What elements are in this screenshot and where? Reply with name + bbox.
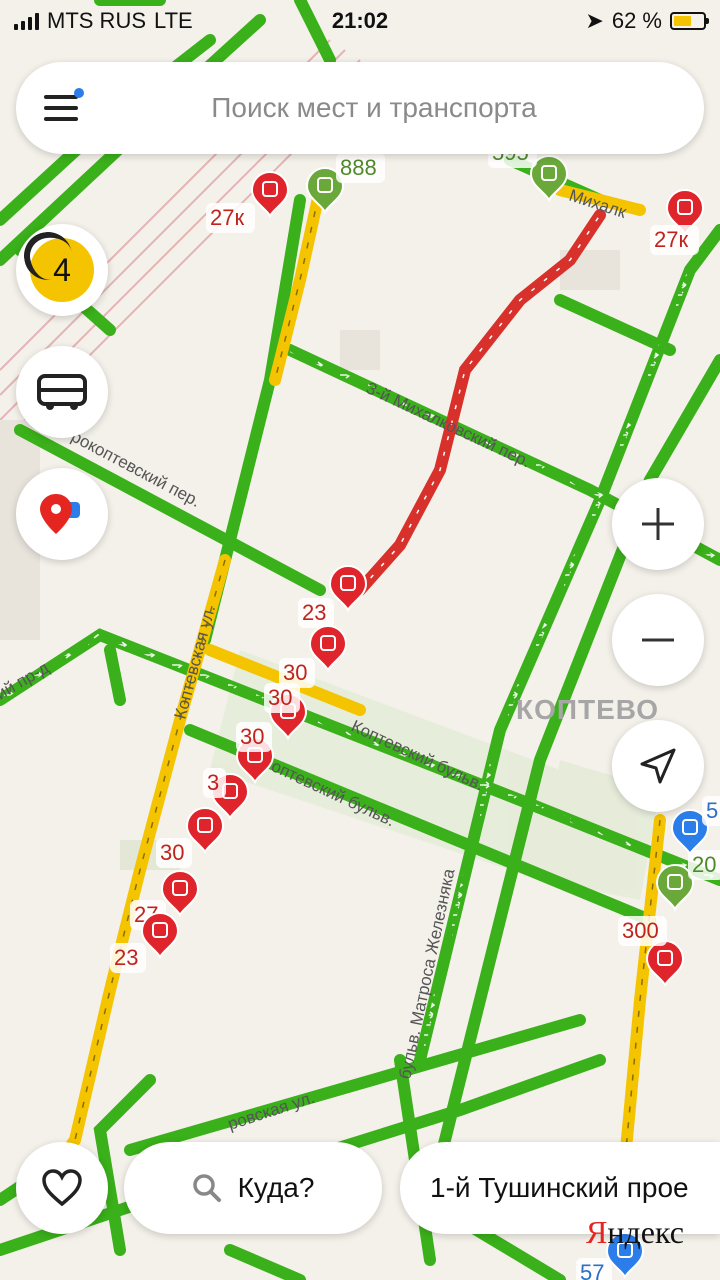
plus-icon <box>642 508 674 540</box>
status-bar: MTS RUS LTE 21:02 ➤ 62 % <box>0 0 720 44</box>
search-input[interactable]: Поиск мест и транспорта <box>104 92 644 124</box>
zoom-out-button[interactable] <box>612 594 704 686</box>
traffic-level-badge: 4 <box>30 238 94 302</box>
my-location-button[interactable] <box>612 720 704 812</box>
route-number: 27к <box>654 227 688 252</box>
route-number: 3 <box>207 770 219 795</box>
layers-button[interactable] <box>16 468 108 560</box>
route-number: 300 <box>622 918 659 943</box>
bus-icon <box>37 374 87 410</box>
traffic-button[interactable]: 4 <box>16 224 108 316</box>
transport-button[interactable] <box>16 346 108 438</box>
traffic-level: 4 <box>53 251 71 288</box>
yandex-logo: Яндекс <box>586 1214 684 1250</box>
route-number: 23 <box>302 600 326 625</box>
navigate-icon <box>640 748 676 784</box>
where-to-button[interactable]: Куда? <box>124 1142 382 1234</box>
route-number: 57 <box>580 1260 604 1280</box>
menu-icon[interactable] <box>44 78 104 138</box>
minus-icon <box>642 638 674 642</box>
battery-icon <box>670 12 709 30</box>
route-number: 20 <box>692 852 716 877</box>
favorites-button[interactable] <box>16 1142 108 1234</box>
battery-percent: 62 % <box>611 8 662 33</box>
route-number: 23 <box>114 945 138 970</box>
district-label: КОПТЕВО <box>516 694 660 725</box>
search-bar[interactable]: Поиск мест и транспорта <box>16 62 704 154</box>
route-number: 30 <box>160 840 184 865</box>
route-number: 888 <box>340 155 377 180</box>
where-to-label: Куда? <box>237 1172 315 1203</box>
location-arrow-icon: ➤ <box>585 8 604 33</box>
route-number: 27к <box>210 205 244 230</box>
zoom-in-button[interactable] <box>612 478 704 570</box>
battery-fill <box>674 16 692 26</box>
search-icon <box>192 1174 221 1202</box>
pin-icon <box>40 494 80 534</box>
route-number: 30 <box>240 724 264 749</box>
route-number: 5 <box>706 798 718 823</box>
route-number: 30 <box>283 660 307 685</box>
heart-icon <box>42 1169 82 1207</box>
route-number: 30 <box>268 685 292 710</box>
suggestion-label: 1-й Тушинский прое <box>430 1172 689 1203</box>
notification-dot <box>74 88 84 98</box>
